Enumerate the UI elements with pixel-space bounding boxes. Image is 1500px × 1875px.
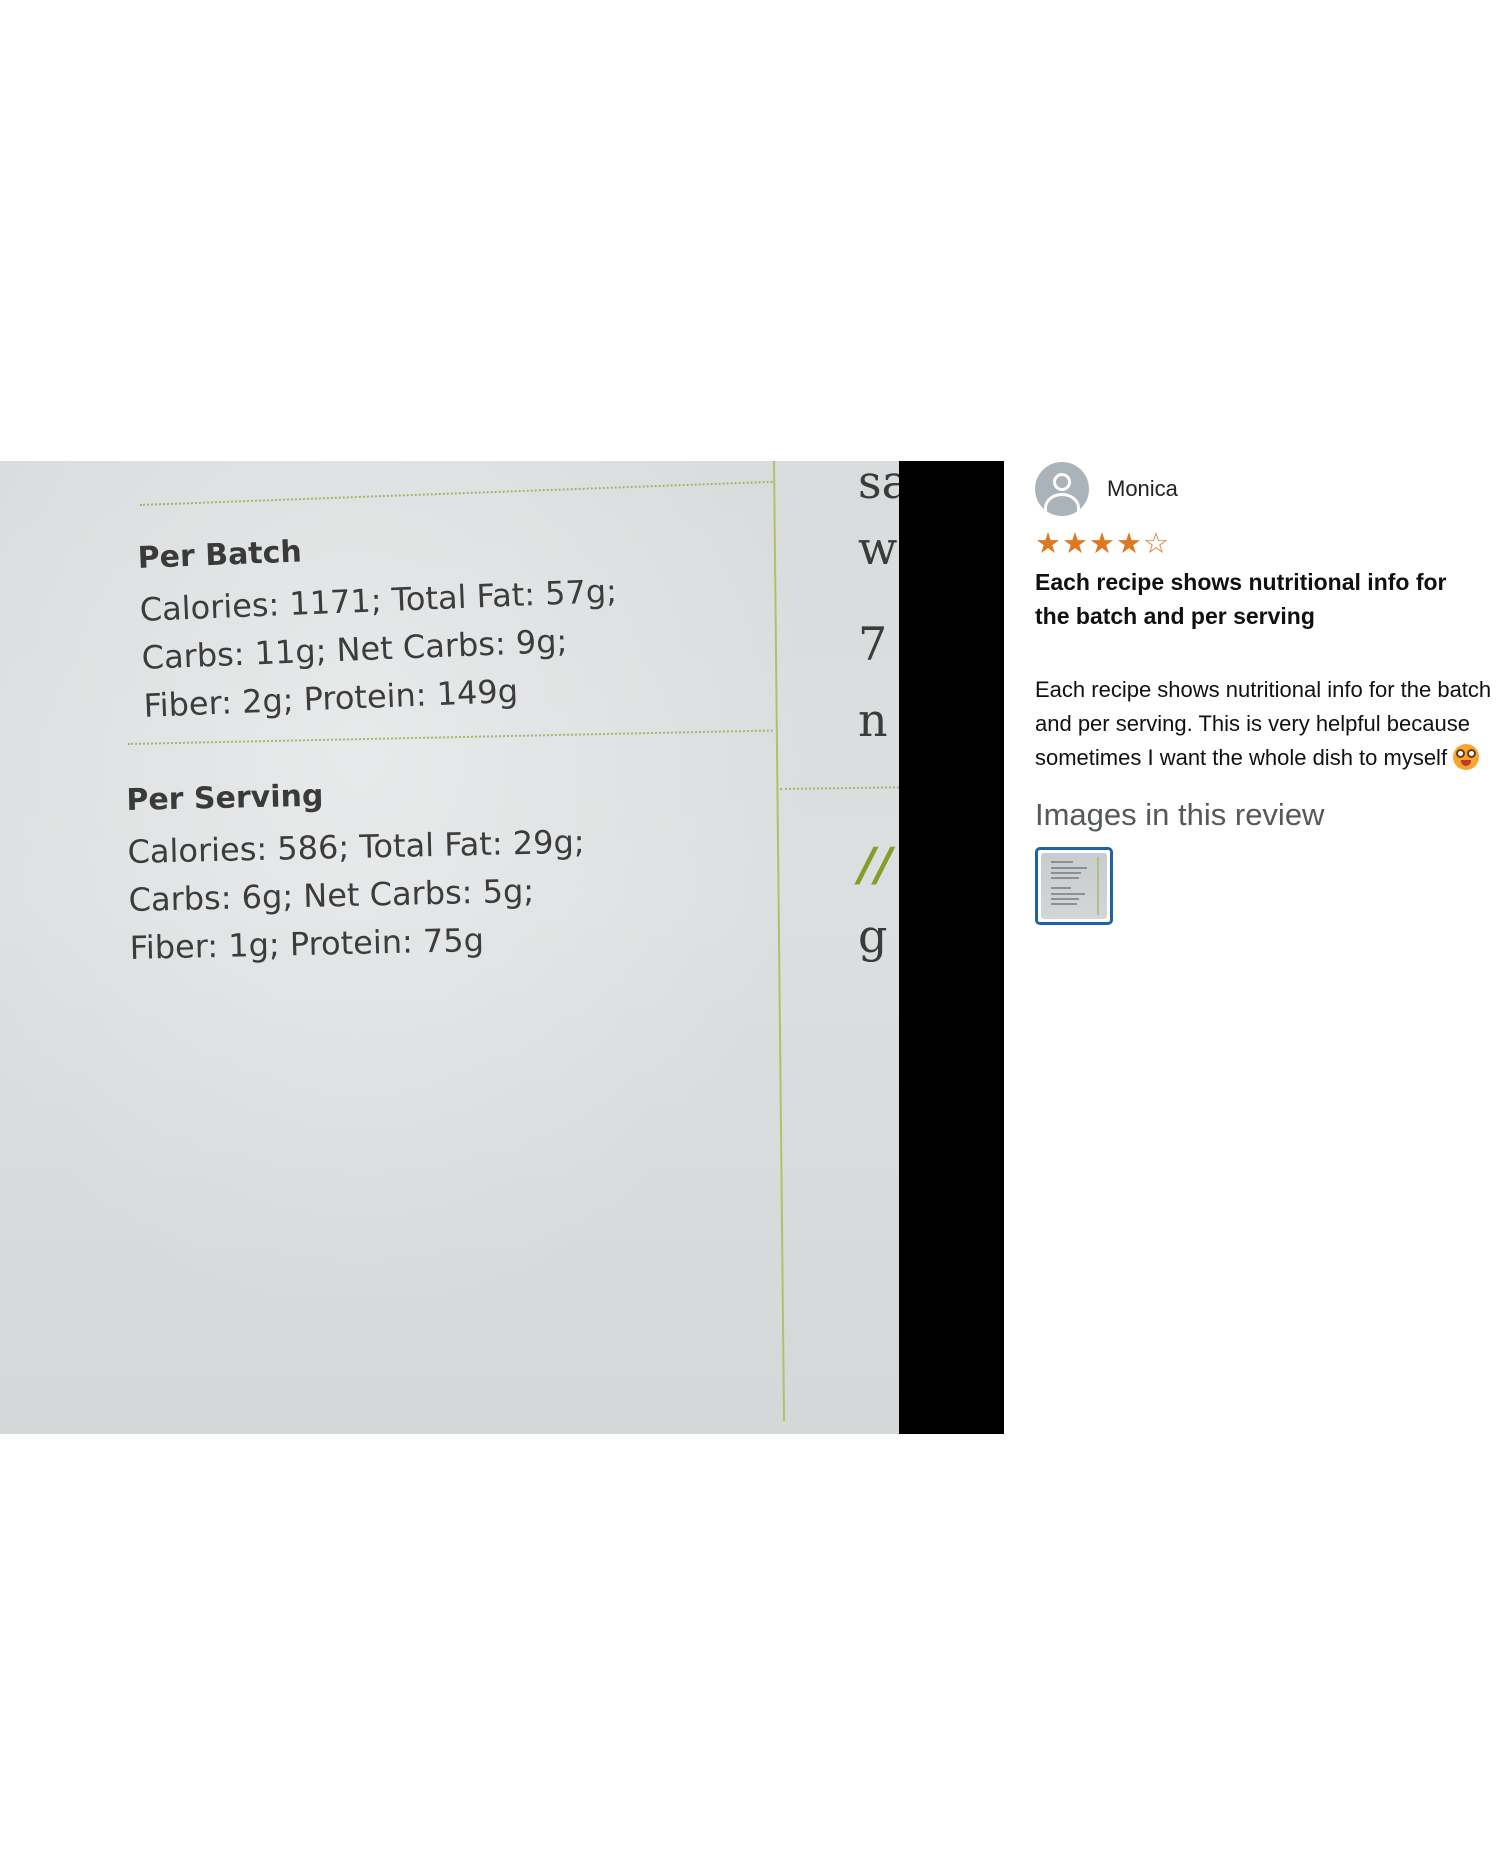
photo-black-band — [899, 461, 1004, 1434]
per-serving-block: Per Serving Calories: 586; Total Fat: 29… — [126, 773, 587, 972]
review-body: Each recipe shows nutritional info for t… — [1035, 673, 1500, 775]
star-filled-icon: ★ — [1116, 528, 1142, 560]
reviewer-row[interactable]: Monica — [1035, 461, 1500, 517]
cropped-letter: w — [858, 521, 898, 575]
review-body-text: Each recipe shows nutritional info for t… — [1035, 677, 1492, 770]
hot-face-emoji-icon — [1453, 744, 1480, 770]
star-filled-icon: ★ — [1062, 528, 1088, 560]
avatar-head-icon — [1053, 473, 1071, 491]
star-filled-icon: ★ — [1035, 528, 1061, 560]
cropped-letter: // — [858, 837, 892, 891]
review-image-thumbnail[interactable] — [1035, 847, 1113, 925]
cropped-letter: 7 — [858, 617, 888, 671]
avatar-body-icon — [1044, 493, 1080, 516]
star-rating: ★ ★ ★ ★ ☆ — [1035, 529, 1500, 559]
cropped-letter: n — [858, 693, 888, 747]
thumbnail-image — [1041, 853, 1107, 919]
star-filled-icon: ★ — [1089, 528, 1115, 560]
per-batch-block: Per Batch Calories: 1171; Total Fat: 57g… — [137, 522, 622, 730]
star-empty-icon: ☆ — [1143, 528, 1169, 560]
cropped-letter: g — [858, 909, 888, 963]
review-title: Each recipe shows nutritional info for t… — [1035, 569, 1447, 629]
reviewer-name[interactable]: Monica — [1107, 476, 1178, 502]
avatar[interactable] — [1035, 462, 1089, 516]
review-panel: Monica ★ ★ ★ ★ ☆ Each recipe shows nutrition… — [1035, 461, 1500, 925]
review-photo: Per Batch Calories: 1171; Total Fat: 57g… — [0, 461, 1004, 1434]
images-heading: Images in this review — [1035, 797, 1325, 832]
